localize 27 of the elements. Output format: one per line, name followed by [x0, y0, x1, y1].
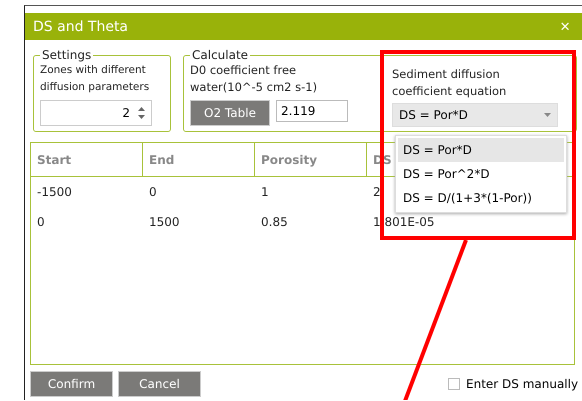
checkbox[interactable]	[448, 378, 460, 390]
dialog-button[interactable]: Confirm	[30, 371, 113, 397]
table-cell-text: 0	[36, 215, 46, 229]
table-cell-text: -1500	[36, 185, 73, 199]
dialog-button[interactable]: Cancel	[118, 371, 201, 397]
table-cell-text: 1	[260, 185, 270, 199]
equation-label: Sediment diffusion coefficient equation	[392, 66, 508, 100]
table-cell-text: 1500	[148, 215, 181, 229]
table-cell-text: 0	[148, 185, 158, 199]
column-header: Porosity	[255, 143, 367, 176]
d0-input[interactable]: 2.119	[276, 100, 348, 122]
equation-dropdown[interactable]: DS = Por*D	[392, 103, 558, 127]
caret-icon	[544, 113, 551, 117]
group-legend: Settings	[40, 48, 94, 62]
o2-table-button[interactable]: O2 Table	[190, 100, 270, 126]
window-title: DS and Theta	[33, 18, 128, 34]
column-header: Start	[31, 143, 143, 176]
column-header: End	[143, 143, 255, 176]
zones-spinner[interactable]: 2	[40, 100, 152, 126]
dropdown-option[interactable]: DS = Por*D	[398, 138, 564, 162]
d0-label: D0 coefficient free water(10^-5 cm2 s-1)	[190, 62, 318, 96]
table-cell-text: 2	[372, 185, 381, 199]
spin-arrows-icon[interactable]	[138, 106, 145, 120]
table-cell-text: 0.85	[260, 215, 289, 229]
group-legend: Calculate	[190, 48, 250, 62]
zones-label: Zones with different diffusion parameters	[40, 63, 150, 95]
checkbox-label: Enter DS manually	[466, 377, 578, 391]
